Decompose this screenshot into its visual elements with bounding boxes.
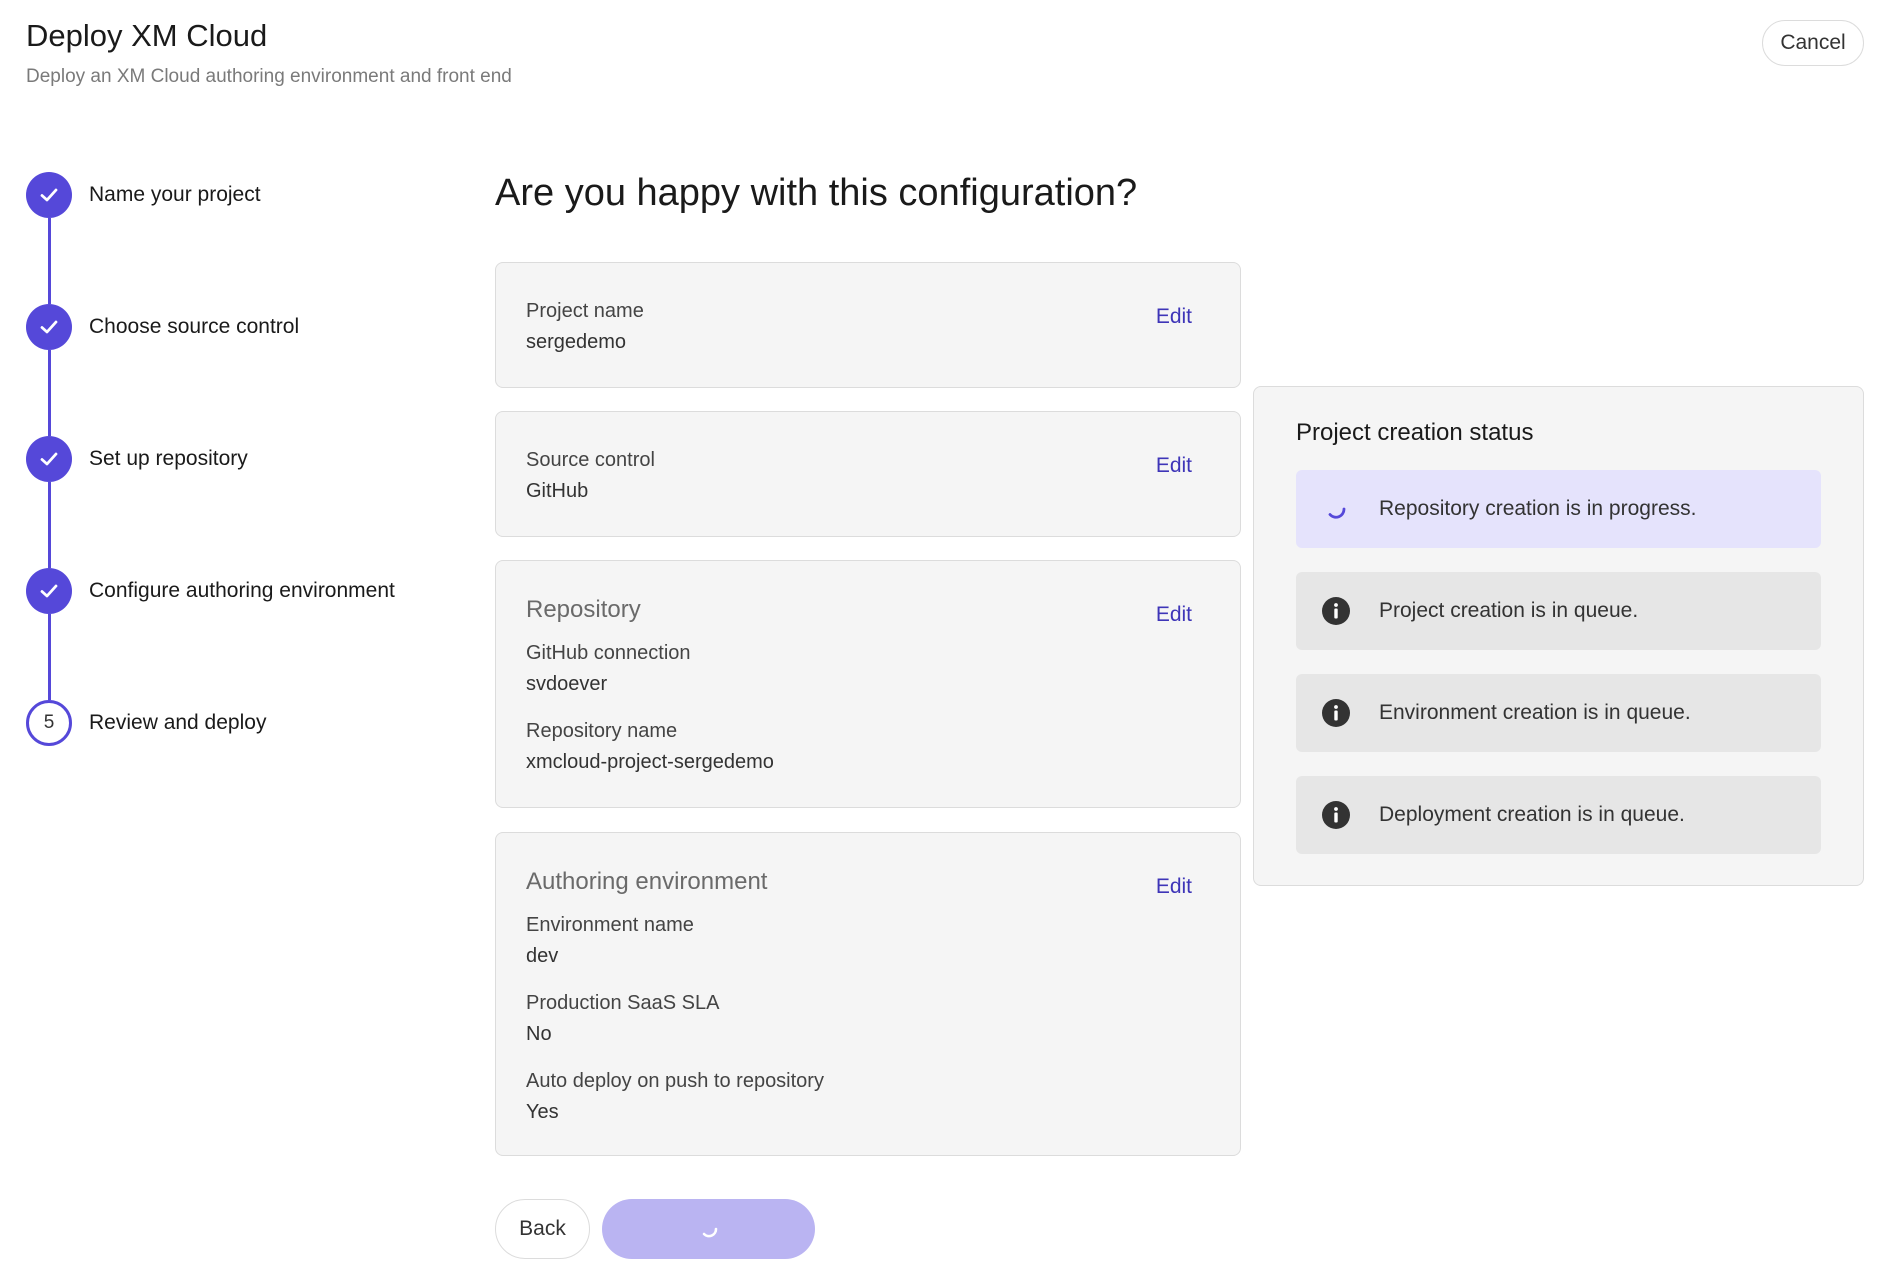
status-text: Deployment creation is in queue. — [1379, 803, 1685, 826]
edit-authoring-link[interactable]: Edit — [1156, 875, 1192, 899]
step-label: Configure authoring environment — [89, 579, 395, 602]
field-label: GitHub connection — [526, 642, 691, 664]
step-name-project[interactable]: Name your project — [26, 172, 446, 218]
field-value: Yes — [526, 1101, 559, 1123]
section-title: Authoring environment — [526, 868, 768, 895]
status-text: Project creation is in queue. — [1379, 599, 1639, 622]
page-subtitle: Deploy an XM Cloud authoring environment… — [26, 66, 512, 87]
review-heading: Are you happy with this configuration? — [495, 172, 1138, 214]
step-label: Choose source control — [89, 315, 300, 338]
field-label: Repository name — [526, 720, 678, 742]
check-icon — [26, 172, 72, 218]
field-value: No — [526, 1023, 552, 1045]
field-label: Production SaaS SLA — [526, 992, 720, 1014]
check-icon — [26, 436, 72, 482]
step-connector — [48, 614, 51, 700]
field-value: svdoever — [526, 673, 608, 695]
step-connector — [48, 350, 51, 436]
step-repository[interactable]: Set up repository — [26, 436, 446, 482]
status-title: Project creation status — [1296, 419, 1534, 446]
info-icon — [1320, 595, 1352, 627]
step-label: Review and deploy — [89, 711, 267, 734]
step-connector — [48, 218, 51, 304]
source-control-card: Edit Source control GitHub — [495, 411, 1241, 537]
edit-repository-link[interactable]: Edit — [1156, 603, 1192, 627]
status-item: Repository creation is in progress. — [1296, 470, 1821, 548]
repository-card: Edit Repository GitHub connection svdoev… — [495, 560, 1241, 808]
info-icon — [1320, 799, 1352, 831]
field-value: sergedemo — [526, 331, 627, 353]
spinner-icon — [1320, 493, 1352, 525]
info-icon — [1320, 697, 1352, 729]
project-name-card: Edit Project name sergedemo — [495, 262, 1241, 388]
back-button[interactable]: Back — [495, 1199, 590, 1259]
field-label: Auto deploy on push to repository — [526, 1070, 824, 1092]
check-icon — [26, 568, 72, 614]
status-item: Project creation is in queue. — [1296, 572, 1821, 650]
field-label: Project name — [526, 300, 644, 322]
check-icon — [26, 304, 72, 350]
edit-project-link[interactable]: Edit — [1156, 305, 1192, 329]
status-item: Deployment creation is in queue. — [1296, 776, 1821, 854]
field-value: xmcloud-project-sergedemo — [526, 751, 774, 773]
status-item: Environment creation is in queue. — [1296, 674, 1821, 752]
step-label: Set up repository — [89, 447, 248, 470]
step-connector — [48, 482, 51, 568]
field-label: Source control — [526, 449, 655, 471]
step-label: Name your project — [89, 183, 261, 206]
step-source-control[interactable]: Choose source control — [26, 304, 446, 350]
step-authoring-environment[interactable]: Configure authoring environment — [26, 568, 446, 614]
spinner-icon — [702, 1227, 717, 1238]
deploy-button[interactable] — [602, 1199, 815, 1259]
status-text: Environment creation is in queue. — [1379, 701, 1691, 724]
field-value: GitHub — [526, 480, 589, 502]
step-review-deploy: 5 Review and deploy — [26, 700, 446, 746]
edit-source-control-link[interactable]: Edit — [1156, 454, 1192, 478]
project-status-panel: Project creation status Repository creat… — [1253, 386, 1864, 886]
status-text: Repository creation is in progress. — [1379, 497, 1697, 520]
step-number: 5 — [26, 700, 72, 746]
field-value: dev — [526, 945, 559, 967]
section-title: Repository — [526, 596, 641, 623]
page-title: Deploy XM Cloud — [26, 18, 268, 53]
cancel-button[interactable]: Cancel — [1762, 20, 1864, 66]
authoring-environment-card: Edit Authoring environment Environment n… — [495, 832, 1241, 1156]
field-label: Environment name — [526, 914, 694, 936]
